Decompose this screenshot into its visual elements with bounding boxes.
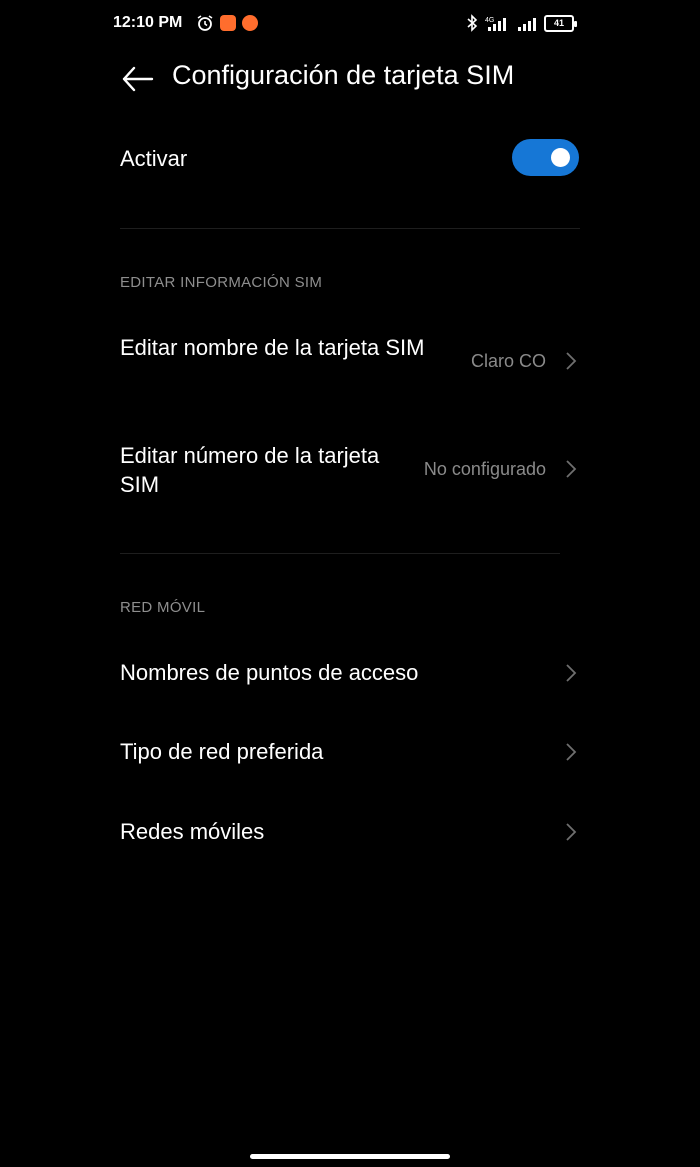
status-right-icons: 4G 41 [466,14,577,32]
activate-row[interactable]: Activar [120,130,580,186]
edit-sim-number-label: Editar número de la tarjeta SIM [120,443,380,497]
mobile-networks-label: Redes móviles [120,819,265,844]
edit-sim-number-value: No configurado [423,459,546,479]
status-bar: 12:10 PM 4G 41 [0,0,700,48]
page-title: Configuración de tarjeta SIM [172,60,515,90]
network-type-label: 4G [485,17,494,24]
edit-sim-name-label: Editar nombre de la tarjeta SIM [120,335,425,360]
edit-sim-number-row[interactable]: Editar número de la tarjeta SIM No confi… [120,438,580,504]
preferred-network-label: Tipo de red preferida [120,739,324,764]
section-header-mobile-network: RED MÓVIL [120,599,206,616]
preferred-network-row[interactable]: Tipo de red preferida [120,727,580,779]
battery-icon: 41 [544,14,577,32]
status-left-icons [196,14,258,32]
status-time: 12:10 PM [113,14,183,31]
apn-row[interactable]: Nombres de puntos de acceso [120,648,580,700]
app-notification-icon [242,15,258,31]
chevron-right-icon [566,664,577,682]
edit-sim-name-value: Claro CO [470,351,546,371]
alarm-icon [197,15,213,31]
activate-toggle[interactable] [512,139,579,176]
apn-label: Nombres de puntos de acceso [120,660,419,685]
bluetooth-icon [467,14,478,32]
divider [120,553,560,554]
chevron-right-icon [566,460,577,478]
signal-icon: 4G [485,17,506,31]
chevron-right-icon [566,823,577,841]
section-header-edit-sim: EDITAR INFORMACIÓN SIM [120,274,323,291]
signal-icon [518,18,536,31]
back-button[interactable] [120,62,156,96]
edit-sim-name-row[interactable]: Editar nombre de la tarjeta SIM Claro CO [120,330,580,396]
app-notification-icon [220,15,236,31]
activate-label: Activar [120,146,188,171]
toggle-knob [551,148,570,167]
back-arrow-icon [122,66,154,92]
chevron-right-icon [566,743,577,761]
home-indicator[interactable] [250,1154,450,1159]
chevron-right-icon [566,352,577,370]
mobile-networks-row[interactable]: Redes móviles [120,807,580,859]
divider [120,228,580,229]
